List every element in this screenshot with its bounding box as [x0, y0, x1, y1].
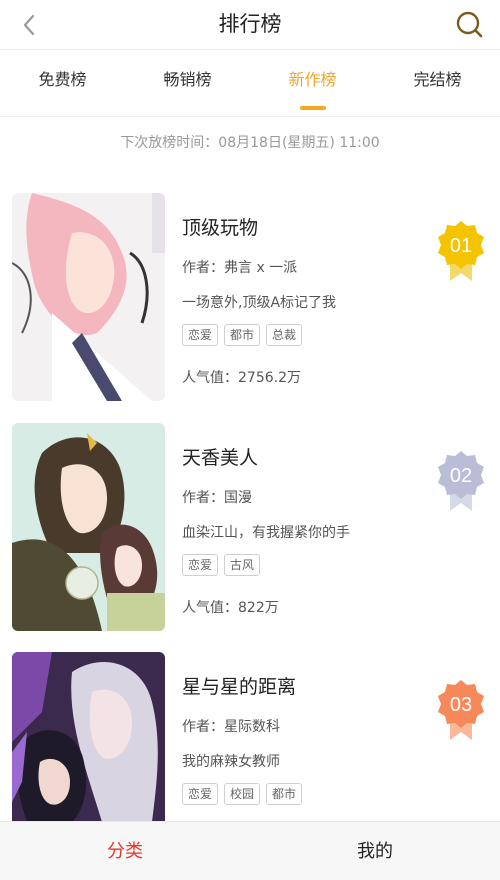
- rank-badge-icon: 01: [438, 221, 484, 281]
- tag: 校园: [224, 783, 261, 805]
- comic-tags: 恋爱 古风: [182, 554, 261, 576]
- ranking-tabs: 免费榜 畅销榜 新作榜 完结榜: [0, 51, 500, 117]
- comic-author: 作者：星际数科: [182, 719, 280, 735]
- tag: 恋爱: [182, 554, 219, 576]
- tab-completed[interactable]: 完结榜: [375, 51, 500, 117]
- comic-description: 我的麻辣女教师: [182, 754, 280, 770]
- rank-badge-icon: 02: [438, 451, 484, 511]
- rank-number: 01: [450, 235, 472, 257]
- tab-label: 免费榜: [38, 70, 87, 89]
- tab-new[interactable]: 新作榜: [250, 51, 375, 117]
- popularity: 人气值：822万: [182, 600, 279, 616]
- tag: 都市: [266, 783, 303, 805]
- top-bar: 排行榜: [0, 0, 500, 50]
- comic-description: 一场意外,顶级A标记了我: [182, 295, 337, 311]
- tab-label: 畅销榜: [163, 70, 212, 89]
- tag: 古风: [224, 554, 261, 576]
- comic-title[interactable]: 天香美人: [182, 443, 258, 470]
- comic-cover[interactable]: [12, 423, 165, 631]
- popularity: 人气值：2756.2万: [182, 370, 301, 386]
- comic-title[interactable]: 顶级玩物: [182, 213, 258, 240]
- search-icon[interactable]: [454, 9, 486, 41]
- comic-author: 作者：弗言 x 一派: [182, 260, 298, 276]
- list-item[interactable]: 天香美人 作者：国漫 血染江山，有我握紧你的手 恋爱 古风 人气值：822万 0…: [0, 423, 500, 633]
- comic-cover[interactable]: [12, 193, 165, 401]
- tag: 恋爱: [182, 783, 219, 805]
- tag: 总裁: [266, 324, 303, 346]
- rank-number: 02: [450, 465, 472, 487]
- rank-number: 03: [450, 694, 472, 716]
- tab-label: 新作榜: [288, 70, 337, 89]
- tag: 恋爱: [182, 324, 219, 346]
- bottom-nav: 分类 我的: [0, 821, 500, 880]
- rank-badge-icon: 03: [438, 680, 484, 740]
- tag: 都市: [224, 324, 261, 346]
- list-item[interactable]: 顶级玩物 作者：弗言 x 一派 一场意外,顶级A标记了我 恋爱 都市 总裁 人气…: [0, 193, 500, 403]
- tab-underline: [299, 106, 326, 110]
- nav-mine[interactable]: 我的: [250, 822, 500, 880]
- tab-bestseller[interactable]: 畅销榜: [125, 51, 250, 117]
- nav-category[interactable]: 分类: [0, 822, 250, 880]
- comic-description: 血染江山，有我握紧你的手: [182, 525, 350, 541]
- comic-title[interactable]: 星与星的距离: [182, 672, 296, 699]
- tab-free[interactable]: 免费榜: [0, 51, 125, 117]
- tab-label: 完结榜: [413, 70, 462, 89]
- comic-tags: 恋爱 都市 总裁: [182, 324, 303, 346]
- comic-author: 作者：国漫: [182, 490, 252, 506]
- next-release-notice: 下次放榜时间：08月18日(星期五) 11:00: [120, 135, 380, 151]
- page-title: 排行榜: [218, 12, 282, 36]
- comic-tags: 恋爱 校园 都市: [182, 783, 303, 805]
